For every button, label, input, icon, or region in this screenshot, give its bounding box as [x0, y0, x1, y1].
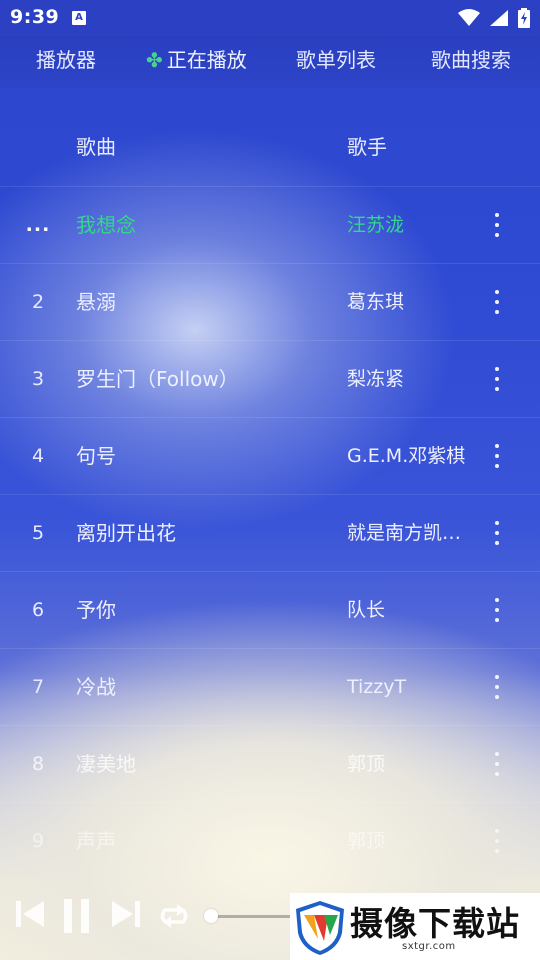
song-row[interactable]: 6 予你 队长 [0, 572, 540, 649]
more-options-icon[interactable] [486, 519, 508, 547]
song-title: 声声 [76, 829, 116, 853]
song-number: 3 [31, 368, 45, 390]
status-icons [454, 7, 530, 29]
clover-icon: ✤ [146, 48, 163, 72]
tab-player[interactable]: 播放器 [36, 36, 96, 88]
song-row[interactable]: 3 罗生门（Follow） 梨冻紧 [0, 341, 540, 418]
song-row[interactable]: ... 我想念 汪苏泷 [0, 187, 540, 264]
notification-a-icon: A [72, 11, 86, 25]
more-options-icon[interactable] [486, 596, 508, 624]
more-options-icon[interactable] [486, 442, 508, 470]
shield-logo-icon [296, 901, 344, 955]
song-number: 6 [31, 599, 45, 621]
pause-icon[interactable] [62, 898, 92, 934]
song-title: 凄美地 [76, 752, 136, 776]
tab-bar: 播放器 ✤ 正在播放 歌单列表 歌曲搜索 [0, 36, 540, 88]
status-bar: 9:39 A [0, 0, 540, 36]
song-title: 句号 [76, 444, 116, 468]
song-number: 2 [31, 291, 45, 313]
song-number: 9 [31, 830, 45, 852]
tab-playlist-label: 歌单列表 [296, 48, 376, 72]
song-row[interactable]: 9 声声 郭顶 [0, 803, 540, 879]
song-row[interactable]: 2 悬溺 葛东琪 [0, 264, 540, 341]
table-header: 歌曲 歌手 [0, 108, 540, 187]
next-icon[interactable] [110, 898, 142, 930]
more-options-icon[interactable] [486, 827, 508, 855]
more-options-icon[interactable] [486, 673, 508, 701]
song-row[interactable]: 4 句号 G.E.M.邓紫棋 [0, 418, 540, 495]
wifi-icon [457, 8, 480, 26]
song-artist: 葛东琪 [347, 291, 405, 313]
song-title: 冷战 [76, 675, 116, 699]
tab-song-search[interactable]: 歌曲搜索 [431, 36, 511, 88]
tab-playlist[interactable]: 歌单列表 [296, 36, 376, 88]
column-header-artist: 歌手 [347, 135, 387, 159]
song-artist: 郭顶 [347, 753, 386, 775]
more-options-icon[interactable] [486, 365, 508, 393]
song-title: 我想念 [76, 213, 136, 237]
watermark-text: 摄像下载站 [350, 904, 520, 943]
status-time: 9:39 [10, 6, 60, 28]
song-table: 歌曲 歌手 ... 我想念 汪苏泷 2 悬溺 葛东琪 3 罗生门（Follow） 梨冻紧 4 句号 G… [0, 108, 540, 879]
signal-icon [489, 9, 508, 26]
song-title: 悬溺 [76, 290, 116, 314]
song-number: 4 [31, 445, 45, 467]
more-options-icon[interactable] [486, 288, 508, 316]
song-artist: 梨冻紧 [347, 368, 405, 390]
watermark: 摄像下载站 sxtgr.com [290, 893, 540, 960]
more-options-icon[interactable] [486, 211, 508, 239]
song-title: 罗生门（Follow） [76, 367, 239, 391]
song-row[interactable]: 7 冷战 TizzyT [0, 649, 540, 726]
tab-player-label: 播放器 [36, 48, 96, 72]
song-artist: 郭顶 [347, 830, 386, 852]
progress-thumb[interactable] [204, 909, 218, 923]
song-artist: G.E.M.邓紫棋 [347, 445, 466, 467]
song-number: 8 [31, 753, 45, 775]
song-title: 离别开出花 [76, 521, 176, 545]
playing-indicator: ... [25, 214, 51, 236]
tab-song-search-label: 歌曲搜索 [431, 48, 511, 72]
song-title: 予你 [76, 598, 116, 622]
song-number: 7 [31, 676, 45, 698]
column-header-song: 歌曲 [76, 135, 116, 159]
song-artist: 就是南方凯… [347, 522, 462, 544]
song-artist: 队长 [347, 599, 386, 621]
more-options-icon[interactable] [486, 750, 508, 778]
repeat-icon[interactable] [157, 900, 191, 932]
watermark-url: sxtgr.com [402, 941, 456, 952]
music-player-screen: 9:39 A 播放器 ✤ 正在播放 歌单列表 歌曲搜索 歌曲 歌手 ... 我想… [0, 0, 540, 960]
song-number: 5 [31, 522, 45, 544]
song-row[interactable]: 8 凄美地 郭顶 [0, 726, 540, 803]
song-artist: 汪苏泷 [347, 214, 405, 236]
previous-icon[interactable] [14, 898, 46, 930]
tab-now-playing[interactable]: ✤ 正在播放 [146, 36, 247, 88]
song-row[interactable]: 5 离别开出花 就是南方凯… [0, 495, 540, 572]
battery-icon [518, 7, 530, 28]
song-artist: TizzyT [347, 676, 407, 698]
tab-now-playing-label: 正在播放 [166, 48, 247, 72]
